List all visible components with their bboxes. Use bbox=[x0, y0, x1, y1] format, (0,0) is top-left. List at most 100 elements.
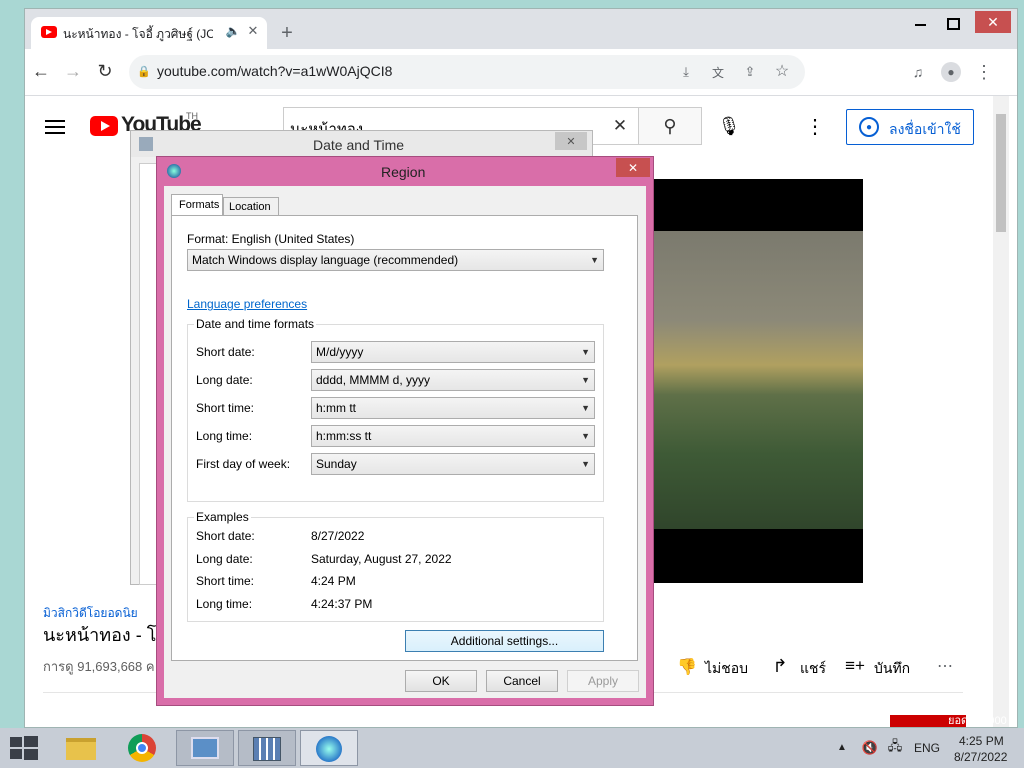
example-long-time-value: 4:24:37 PM bbox=[311, 597, 373, 611]
region-title: Region bbox=[381, 164, 426, 180]
first-day-select[interactable]: Sunday ▼ bbox=[311, 453, 595, 475]
view-count: การดู 91,693,668 ค bbox=[43, 659, 155, 674]
minimize-button[interactable] bbox=[907, 15, 935, 35]
example-short-time-value: 4:24 PM bbox=[311, 574, 356, 588]
url-text[interactable]: youtube.com/watch?v=a1wW0AjQCI8 bbox=[157, 63, 392, 79]
chevron-down-icon: ▼ bbox=[581, 375, 590, 385]
network-icon[interactable]: 🖧 bbox=[886, 738, 904, 758]
datetime-title: Date and Time bbox=[313, 137, 405, 153]
short-date-select[interactable]: M/d/yyyy ▼ bbox=[311, 341, 595, 363]
browser-tab[interactable]: นะหน้าทอง - โจอี้ ภูวศิษฐ์ (JOEY 🔈 ✕ bbox=[31, 17, 267, 49]
share-page-icon[interactable]: ⇪ bbox=[741, 63, 759, 81]
page-scrollbar[interactable] bbox=[993, 96, 1009, 727]
examples-group: Examples Short date: 8/27/2022 Long date… bbox=[187, 510, 604, 622]
install-icon[interactable]: ⤓ bbox=[677, 63, 695, 81]
mic-icon[interactable]: 🎙 bbox=[715, 112, 743, 140]
long-date-label: Long date: bbox=[196, 373, 253, 387]
region-close-button[interactable]: ✕ bbox=[616, 158, 650, 177]
video-title: นะหน้าทอง - โจ bbox=[43, 625, 167, 645]
translate-icon[interactable]: 文 bbox=[709, 63, 727, 81]
control-panel-icon[interactable] bbox=[176, 730, 234, 766]
short-time-select[interactable]: h:mm tt ▼ bbox=[311, 397, 595, 419]
tab-location[interactable]: Location bbox=[223, 197, 279, 216]
chevron-down-icon: ▼ bbox=[581, 403, 590, 413]
format-select[interactable]: Match Windows display language (recommen… bbox=[187, 249, 604, 271]
dislike-icon[interactable]: 👎 bbox=[677, 657, 697, 677]
share-label[interactable]: แชร์ bbox=[800, 658, 826, 680]
language-preferences-link[interactable]: Language preferences bbox=[187, 297, 307, 311]
maximize-button[interactable] bbox=[939, 15, 967, 35]
formats-group-label: Date and time formats bbox=[194, 317, 317, 331]
save-icon[interactable]: ≡+ bbox=[844, 656, 866, 676]
example-short-time-label: Short time: bbox=[196, 574, 255, 588]
long-date-select[interactable]: dddd, MMMM d, yyyy ▼ bbox=[311, 369, 595, 391]
hamburger-icon[interactable] bbox=[45, 120, 65, 134]
short-time-label: Short time: bbox=[196, 401, 255, 415]
new-tab-icon[interactable]: + bbox=[277, 22, 297, 44]
save-label[interactable]: บันทึก bbox=[874, 658, 910, 680]
omnibox[interactable]: 🔒 youtube.com/watch?v=a1wW0AjQCI8 ⤓ 文 ⇪ … bbox=[129, 55, 805, 89]
example-short-date-label: Short date: bbox=[196, 529, 255, 543]
signin-button[interactable]: ● ลงชื่อเข้าใช้ bbox=[846, 109, 974, 145]
video-player[interactable] bbox=[653, 179, 863, 583]
example-short-date-value: 8/27/2022 bbox=[311, 529, 365, 543]
language-indicator[interactable]: ENG bbox=[914, 741, 940, 755]
signin-label: ลงชื่อเข้าใช้ bbox=[889, 121, 961, 137]
file-explorer-icon[interactable] bbox=[52, 730, 110, 766]
play-icon bbox=[46, 29, 52, 35]
clock-date[interactable]: 8/27/2022 bbox=[954, 750, 1007, 764]
long-date-value: dddd, MMMM d, yyyy bbox=[316, 373, 431, 387]
video-frame bbox=[653, 231, 863, 529]
additional-settings-button[interactable]: Additional settings... bbox=[405, 630, 604, 652]
window-close-button[interactable]: ✕ bbox=[975, 11, 1011, 33]
dislike-label[interactable]: ไม่ชอบ bbox=[705, 658, 748, 680]
profile-icon[interactable]: ● bbox=[941, 62, 961, 82]
short-time-value: h:mm tt bbox=[316, 401, 357, 415]
reload-icon[interactable]: ↻ bbox=[95, 61, 115, 81]
media-control-icon[interactable]: ♫ bbox=[909, 63, 927, 81]
format-select-value: Match Windows display language (recommen… bbox=[192, 253, 459, 267]
chevron-down-icon: ▼ bbox=[590, 255, 599, 265]
region-dialog: Region ✕ Formats Location Format: Englis… bbox=[156, 156, 654, 706]
scrollbar-thumb[interactable] bbox=[996, 114, 1006, 232]
datetime-taskbar-icon[interactable] bbox=[238, 730, 296, 766]
windows-start-icon[interactable] bbox=[10, 736, 38, 760]
forward-icon[interactable]: → bbox=[63, 61, 83, 81]
ok-button[interactable]: OK bbox=[405, 670, 477, 692]
long-time-label: Long time: bbox=[196, 429, 253, 443]
show-hidden-icons[interactable]: ▲ bbox=[835, 740, 849, 754]
clock-time[interactable]: 4:25 PM bbox=[959, 734, 1004, 748]
chevron-down-icon: ▼ bbox=[581, 459, 590, 469]
example-long-time-label: Long time: bbox=[196, 597, 253, 611]
example-long-date-value: Saturday, August 27, 2022 bbox=[311, 552, 452, 566]
settings-dots-icon[interactable]: ⋮ bbox=[805, 114, 825, 138]
tab-title: นะหน้าทอง - โจอี้ ภูวศิษฐ์ (JOEY bbox=[63, 27, 213, 41]
first-day-label: First day of week: bbox=[196, 457, 291, 471]
apply-button[interactable]: Apply bbox=[567, 670, 639, 692]
long-time-select[interactable]: h:mm:ss tt ▼ bbox=[311, 425, 595, 447]
example-long-date-label: Long date: bbox=[196, 552, 253, 566]
formats-group: Date and time formats Short date: M/d/yy… bbox=[187, 317, 604, 502]
country-code: TH bbox=[186, 111, 198, 121]
more-actions-icon[interactable]: ⋯ bbox=[935, 656, 955, 676]
long-time-value: h:mm:ss tt bbox=[316, 429, 372, 443]
cancel-button[interactable]: Cancel bbox=[486, 670, 558, 692]
region-taskbar-icon[interactable] bbox=[300, 730, 358, 766]
first-day-value: Sunday bbox=[316, 457, 357, 471]
bookmark-star-icon[interactable]: ☆ bbox=[773, 62, 791, 80]
tab-close-icon[interactable]: ✕ bbox=[245, 23, 261, 39]
volume-muted-icon[interactable]: 🔇 bbox=[860, 738, 880, 758]
clear-search-icon[interactable]: ✕ bbox=[610, 116, 630, 136]
tab-formats-label: Formats bbox=[179, 199, 220, 211]
lock-icon[interactable]: 🔒 bbox=[137, 64, 151, 78]
chevron-down-icon: ▼ bbox=[581, 347, 590, 357]
speaker-icon[interactable]: 🔈 bbox=[225, 23, 241, 39]
back-icon[interactable]: ← bbox=[31, 61, 51, 81]
tab-formats[interactable]: Formats bbox=[171, 194, 223, 216]
search-button[interactable]: ⚲ bbox=[638, 107, 702, 145]
chrome-icon[interactable] bbox=[114, 730, 172, 766]
datetime-close-button[interactable]: ✕ bbox=[555, 132, 587, 150]
menu-dots-icon[interactable]: ⋮ bbox=[975, 62, 993, 82]
short-date-value: M/d/yyyy bbox=[316, 345, 364, 359]
share-icon[interactable]: ↱ bbox=[770, 656, 790, 676]
